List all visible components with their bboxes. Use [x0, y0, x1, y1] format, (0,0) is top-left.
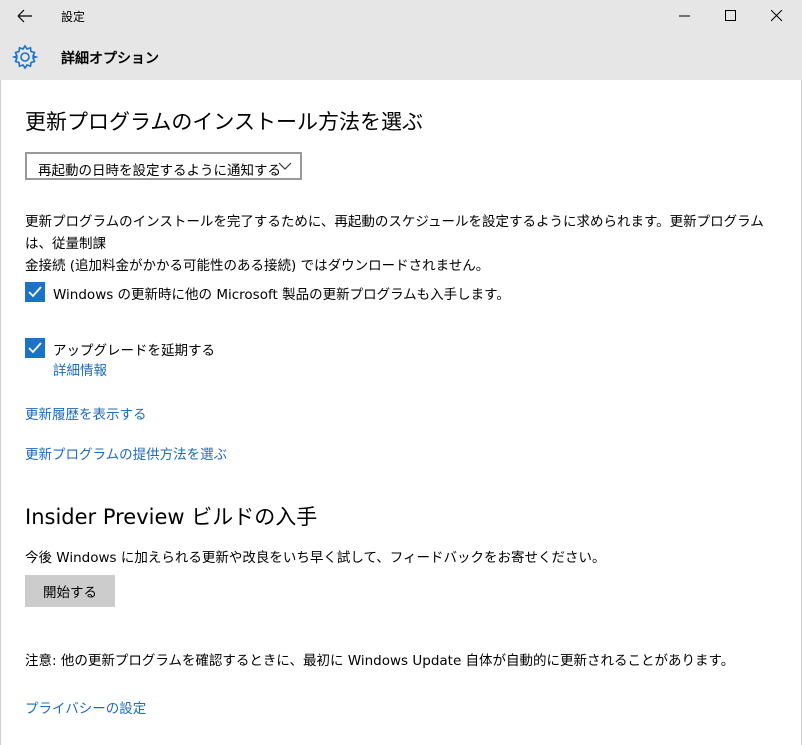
close-icon	[771, 10, 783, 22]
window-title: 設定	[61, 10, 86, 24]
window-border-left	[0, 80, 1, 745]
close-button[interactable]	[754, 0, 800, 32]
page-title: 詳細オプション	[61, 51, 159, 67]
minimize-icon	[679, 15, 690, 17]
microsoft-updates-checkbox[interactable]	[25, 282, 45, 302]
defer-upgrades-label: アップグレードを延期する	[53, 343, 215, 359]
delivery-method-link[interactable]: 更新プログラムの提供方法を選ぶ	[25, 443, 227, 463]
install-method-heading: 更新プログラムのインストール方法を選ぶ	[25, 110, 423, 134]
insider-description: 今後 Windows に加えられる更新や改良をいち早く試して、フィードバックをお…	[25, 550, 606, 566]
back-button[interactable]	[14, 6, 36, 26]
update-history-link[interactable]: 更新履歴を表示する	[25, 403, 147, 423]
microsoft-updates-label: Windows の更新時に他の Microsoft 製品の更新プログラムも入手し…	[53, 287, 510, 303]
gear-icon	[12, 44, 38, 70]
checkmark-icon	[28, 342, 42, 354]
back-arrow-icon	[17, 9, 32, 23]
install-method-dropdown[interactable]: 再起動の日時を設定するように通知する	[25, 152, 302, 180]
more-info-link[interactable]: 詳細情報	[53, 359, 107, 379]
checkmark-icon	[28, 286, 42, 298]
page-header: 詳細オプション	[0, 32, 802, 80]
insider-heading: Insider Preview ビルドの入手	[25, 505, 318, 529]
install-method-selected: 再起動の日時を設定するように通知する	[38, 163, 281, 179]
maximize-icon	[725, 10, 736, 21]
privacy-settings-link[interactable]: プライバシーの設定	[25, 697, 146, 717]
defer-upgrades-checkbox[interactable]	[25, 338, 45, 358]
minimize-button[interactable]	[662, 0, 708, 32]
install-description-line-2: 金接続 (追加料金がかかる可能性のある接続) ではダウンロードされません。	[25, 258, 490, 274]
install-description-line-1: 更新プログラムのインストールを完了するために、再起動のスケジュールを設定するよう…	[25, 214, 764, 252]
maximize-button[interactable]	[708, 0, 754, 32]
chevron-down-icon	[278, 162, 292, 170]
install-description: 更新プログラムのインストールを完了するために、再起動のスケジュールを設定するよう…	[25, 211, 785, 277]
update-note: 注意: 他の更新プログラムを確認するときに、最初に Windows Update…	[25, 653, 735, 669]
title-bar: 設定	[0, 0, 802, 32]
start-button[interactable]: 開始する	[25, 575, 115, 607]
